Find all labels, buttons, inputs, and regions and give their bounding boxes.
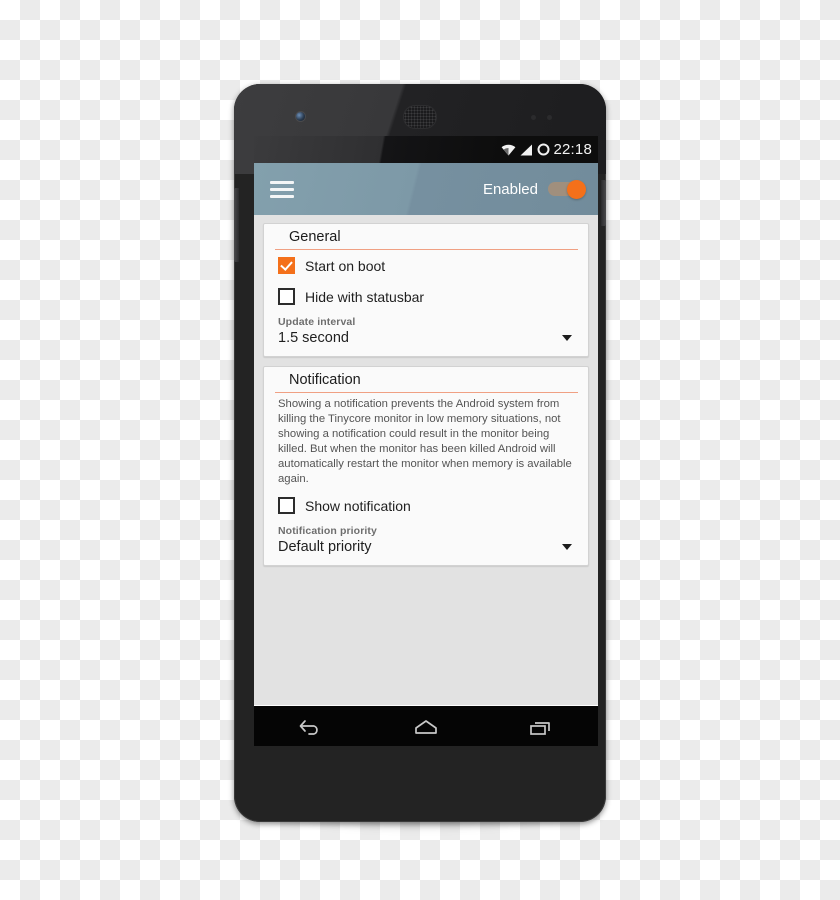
checkbox-label-hide-with-statusbar: Hide with statusbar	[305, 288, 425, 305]
hamburger-menu-icon[interactable]	[270, 180, 294, 198]
phone-screen: 22:18 Enabled General Start on boot Hide…	[254, 136, 598, 746]
label-notification-priority: Notification priority	[278, 525, 377, 538]
spinner-notification-priority[interactable]: Default priority	[276, 538, 576, 558]
checkbox-hide-with-statusbar[interactable]	[278, 288, 295, 305]
card-general-body: Start on boot Hide with statusbar Update…	[264, 250, 588, 349]
checkbox-row-hide-with-statusbar[interactable]: Hide with statusbar	[276, 281, 576, 312]
checkbox-label-show-notification: Show notification	[305, 497, 411, 514]
label-update-interval: Update interval	[278, 316, 356, 328]
checkbox-show-notification[interactable]	[278, 497, 295, 515]
home-icon[interactable]	[403, 714, 449, 740]
front-camera-icon	[296, 112, 305, 121]
spinner-value-notification-priority: Default priority	[278, 539, 372, 556]
spinner-value-update-interval: 1.5 second	[278, 330, 349, 346]
volume-button[interactable]	[234, 188, 239, 262]
status-bar: 22:18	[254, 136, 598, 163]
wifi-icon	[501, 144, 516, 156]
phone-device: 22:18 Enabled General Start on boot Hide…	[228, 84, 612, 836]
card-notification: Notification Showing a notification prev…	[263, 366, 589, 567]
enabled-toggle-switch[interactable]	[548, 180, 586, 199]
earpiece-speaker-icon	[404, 106, 436, 128]
switch-thumb	[567, 180, 586, 199]
light-sensor-icon	[547, 115, 552, 120]
card-general: General Start on boot Hide with statusba…	[263, 223, 589, 357]
power-button[interactable]	[601, 180, 606, 226]
device-body: 22:18 Enabled General Start on boot Hide…	[234, 84, 606, 822]
spinner-update-interval[interactable]: 1.5 second	[276, 329, 576, 349]
status-bar-clock: 22:18	[553, 141, 592, 158]
checkbox-start-on-boot[interactable]	[278, 257, 295, 274]
recents-icon[interactable]	[518, 714, 564, 740]
enabled-switch-label: Enabled	[482, 180, 538, 198]
back-icon[interactable]	[288, 714, 334, 740]
status-bar-icons	[501, 143, 550, 156]
card-general-title: General	[275, 224, 578, 250]
chevron-down-icon	[562, 335, 572, 341]
cellular-signal-icon	[520, 144, 533, 156]
checkbox-label-start-on-boot: Start on boot	[305, 257, 386, 274]
card-notification-body: Showing a notification prevents the Andr…	[264, 393, 588, 558]
action-bar: Enabled	[254, 163, 598, 215]
chevron-down-icon	[562, 544, 572, 551]
settings-content: General Start on boot Hide with statusba…	[254, 215, 598, 705]
checkbox-row-start-on-boot[interactable]: Start on boot	[276, 250, 576, 281]
notification-description: Showing a notification prevents the Andr…	[278, 398, 572, 485]
proximity-sensor-icon	[531, 115, 536, 120]
android-navigation-bar	[254, 705, 598, 746]
sync-circle-icon	[537, 143, 550, 156]
card-notification-title: Notification	[275, 367, 578, 393]
checkbox-row-show-notification[interactable]: Show notification	[276, 490, 576, 521]
